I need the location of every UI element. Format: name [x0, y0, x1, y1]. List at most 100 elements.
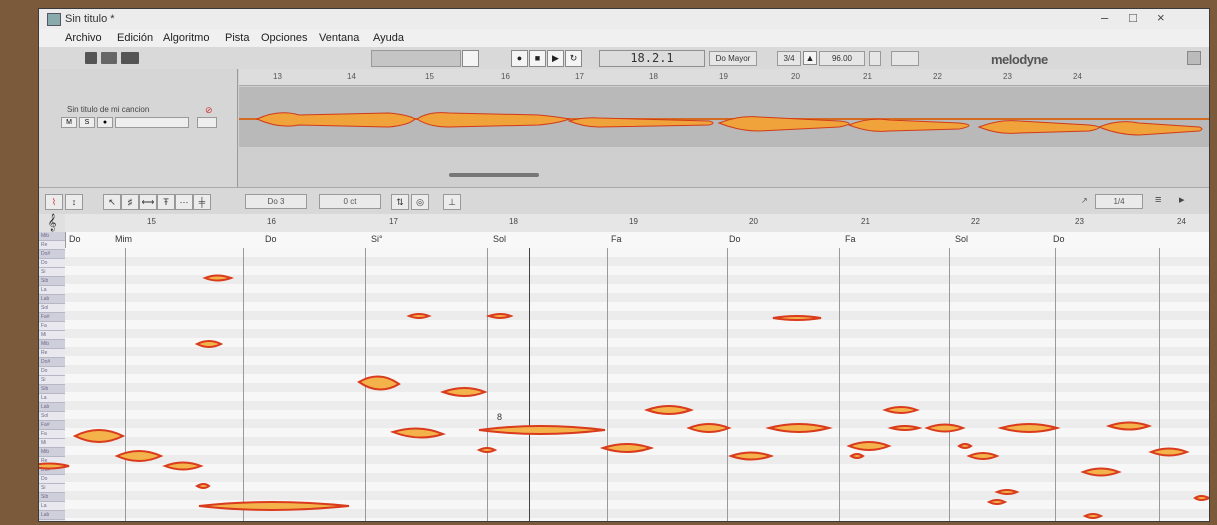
- note-blob[interactable]: [1193, 495, 1209, 501]
- amplitude-tool-icon[interactable]: Ŧ: [157, 194, 175, 210]
- cents-field[interactable]: 0 ct: [319, 194, 381, 209]
- note-blob[interactable]: [966, 452, 1000, 460]
- zoom-icon[interactable]: ↗: [1081, 196, 1088, 205]
- melodyne-window: Sin titulo * – □ × Archivo Edición Algor…: [38, 8, 1210, 522]
- waveform-segment: [847, 118, 970, 132]
- tempo-mode-button[interactable]: [869, 51, 881, 66]
- note-blob[interactable]: [406, 313, 432, 319]
- note-blob[interactable]: [202, 274, 234, 282]
- note-blob[interactable]: [882, 406, 920, 414]
- meter-field[interactable]: 3/4: [777, 51, 801, 66]
- menu-ventana[interactable]: Ventana: [319, 32, 359, 44]
- note-blob[interactable]: [986, 499, 1008, 505]
- maximize-button[interactable]: □: [1129, 10, 1137, 25]
- note-blob[interactable]: [485, 313, 514, 319]
- panel-toggle-button[interactable]: [1187, 51, 1201, 65]
- grid-menu-icon[interactable]: ≡: [1155, 194, 1161, 206]
- loop-button[interactable]: ↻: [565, 50, 582, 67]
- quantize-pitch-icon[interactable]: ⇅: [391, 194, 409, 210]
- arrangement-area: Sin titulo de mi cancion ⊘ M S ● 13 14 1…: [39, 69, 1209, 187]
- menu-archivo[interactable]: Archivo: [65, 32, 102, 44]
- note-blob[interactable]: [72, 429, 126, 443]
- track-volume-slider[interactable]: [115, 117, 189, 128]
- quantize-time-icon[interactable]: ◎: [411, 194, 429, 210]
- note-blob[interactable]: [357, 375, 401, 391]
- note-blob[interactable]: [162, 461, 204, 471]
- track-link-icon[interactable]: ⊘: [205, 105, 213, 116]
- pitch-tool-icon[interactable]: ↕: [65, 194, 83, 210]
- track-name[interactable]: Sin titulo de mi cancion: [67, 105, 149, 114]
- sync-button[interactable]: [891, 51, 919, 66]
- track-record-button[interactable]: ●: [97, 117, 113, 128]
- window-title: Sin titulo *: [65, 13, 115, 25]
- note-blob[interactable]: [957, 443, 973, 449]
- note-blob[interactable]: [440, 387, 488, 397]
- note-blob[interactable]: [994, 489, 1020, 495]
- note-blob[interactable]: [194, 483, 211, 489]
- key-field[interactable]: Do Mayor: [709, 51, 757, 66]
- main-tool-icon[interactable]: ↖: [103, 194, 121, 210]
- track-input-button[interactable]: [197, 117, 217, 128]
- minimize-button[interactable]: –: [1101, 10, 1108, 25]
- position-display[interactable]: 18.2.1: [599, 50, 705, 67]
- ruler-bar: 18: [649, 72, 658, 81]
- record-button[interactable]: ●: [511, 50, 528, 67]
- metronome-icon[interactable]: ▲: [803, 51, 817, 65]
- note-blob[interactable]: [772, 315, 822, 321]
- note-blob[interactable]: [389, 427, 446, 439]
- tempo-field[interactable]: 96.00: [819, 51, 865, 66]
- note-blob[interactable]: [849, 453, 865, 459]
- tracks-icon[interactable]: [101, 52, 117, 64]
- menu-opciones[interactable]: Opciones: [261, 32, 307, 44]
- arrangement-ruler[interactable]: 13 14 15 16 17 18 19 20 21 22 23 24: [239, 69, 1209, 86]
- audio-lane[interactable]: [239, 87, 1209, 147]
- play-button[interactable]: ▶: [547, 50, 564, 67]
- solo-button[interactable]: S: [79, 117, 95, 128]
- mute-button[interactable]: M: [61, 117, 77, 128]
- record-arm-button[interactable]: [462, 50, 479, 67]
- note-blob[interactable]: [765, 423, 833, 433]
- note-blob[interactable]: [1105, 421, 1153, 431]
- note-blob[interactable]: [997, 423, 1061, 433]
- track-header[interactable]: Sin titulo de mi cancion ⊘ M S ●: [39, 69, 238, 187]
- menu-pista[interactable]: Pista: [225, 32, 249, 44]
- close-button[interactable]: ×: [1157, 10, 1165, 25]
- note-blob[interactable]: [924, 423, 966, 433]
- menu-ayuda[interactable]: Ayuda: [373, 32, 404, 44]
- title-bar: Sin titulo * – □ ×: [39, 9, 1209, 29]
- mixer-icon[interactable]: [121, 52, 139, 64]
- overflow-menu-icon[interactable]: ▸: [1179, 193, 1185, 206]
- time-tool-icon[interactable]: ⟷: [139, 194, 157, 210]
- note-separation-icon[interactable]: ╪: [193, 194, 211, 210]
- note-blob[interactable]: [194, 340, 224, 348]
- note-blob[interactable]: [1082, 513, 1104, 519]
- note-blob[interactable]: [846, 441, 892, 451]
- note-blob[interactable]: [1080, 467, 1122, 477]
- waveform-segment: [1097, 121, 1203, 136]
- pitch-drift-icon[interactable]: ♯: [121, 194, 139, 210]
- note-blob[interactable]: [727, 451, 775, 461]
- menu-edicion[interactable]: Edición: [117, 32, 153, 44]
- note-blob[interactable]: [39, 462, 70, 470]
- note-blob[interactable]: [198, 501, 350, 511]
- layout-icon[interactable]: [85, 52, 97, 64]
- blob-tool-icon[interactable]: ⌇: [45, 194, 63, 210]
- zoom-field[interactable]: 1/4: [1095, 194, 1143, 209]
- note-blob[interactable]: [644, 405, 694, 415]
- menu-algoritmo[interactable]: Algoritmo: [163, 32, 209, 44]
- formant-tool-icon[interactable]: ⋯: [175, 194, 193, 210]
- note-blob[interactable]: [1148, 447, 1190, 457]
- note-blob[interactable]: [599, 443, 655, 453]
- arrangement-scrollbar[interactable]: [449, 173, 539, 177]
- note-editor: 𝄞 15 16 17 18 19 20 21 22 23 24 Do Mim D…: [39, 214, 1209, 521]
- note-blob[interactable]: [114, 450, 164, 462]
- note-blob[interactable]: [887, 425, 923, 431]
- stop-button[interactable]: ■: [529, 50, 546, 67]
- pitch-field[interactable]: Do 3: [245, 194, 307, 209]
- note-blob[interactable]: [476, 447, 498, 453]
- note-blob[interactable]: [686, 423, 732, 433]
- note-blobs: [39, 274, 1209, 519]
- snap-icon[interactable]: ⊥: [443, 194, 461, 210]
- note-blob[interactable]: [478, 425, 606, 435]
- ruler-bar: 14: [347, 72, 356, 81]
